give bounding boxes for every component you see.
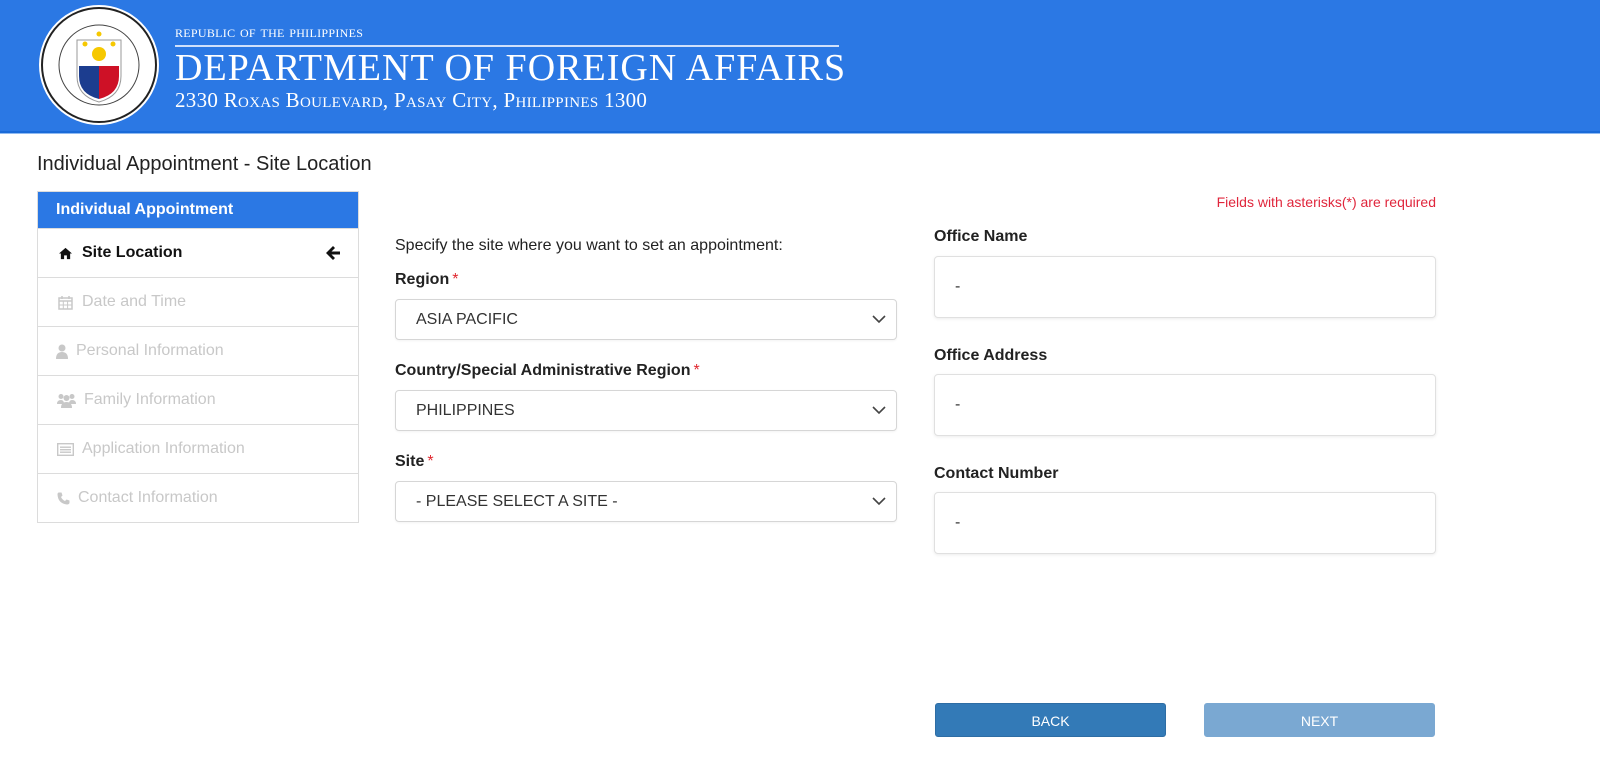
office-address-field: - bbox=[934, 374, 1436, 436]
sidebar-item-label: Contact Information bbox=[78, 489, 218, 506]
sidebar-item-family-information[interactable]: Family Information bbox=[38, 375, 358, 424]
country-select-value: PHILIPPINES bbox=[416, 402, 515, 419]
calendar-icon bbox=[56, 294, 74, 310]
office-address-label: Office Address bbox=[934, 347, 1048, 364]
sidebar-item-label: Personal Information bbox=[76, 342, 224, 359]
contact-number-label: Contact Number bbox=[934, 465, 1059, 482]
site-select-value: - PLEASE SELECT A SITE - bbox=[416, 493, 618, 510]
region-label-text: Region bbox=[395, 271, 450, 288]
chevron-down-icon bbox=[872, 315, 886, 324]
country-select[interactable]: PHILIPPINES bbox=[395, 390, 897, 431]
region-select-value: ASIA PACIFIC bbox=[416, 311, 518, 328]
country-label-text: Country/Special Administrative Region bbox=[395, 362, 691, 379]
site-label-text: Site bbox=[395, 453, 425, 470]
office-name-label: Office Name bbox=[934, 228, 1028, 245]
site-select[interactable]: - PLEASE SELECT A SITE - bbox=[395, 481, 897, 522]
header-department: DEPARTMENT OF FOREIGN AFFAIRS bbox=[175, 47, 847, 89]
header-text: Republic of the Philippines DEPARTMENT O… bbox=[175, 22, 846, 112]
office-name-field: - bbox=[934, 256, 1436, 318]
required-asterisk: * bbox=[427, 453, 434, 470]
header-address: 2330 Roxas Boulevard, Pasay City, Philip… bbox=[175, 88, 648, 112]
back-button[interactable]: BACK bbox=[935, 703, 1166, 737]
region-select[interactable]: ASIA PACIFIC bbox=[395, 299, 897, 340]
phone-icon bbox=[56, 490, 70, 506]
user-icon bbox=[56, 343, 68, 359]
form-intro-text: Specify the site where you want to set a… bbox=[395, 237, 783, 254]
required-asterisk: * bbox=[693, 362, 700, 379]
arrow-left-icon bbox=[326, 246, 340, 260]
chevron-down-icon bbox=[872, 497, 886, 506]
header-republic: Republic of the Philippines bbox=[175, 22, 364, 41]
sidebar-item-label: Application Information bbox=[82, 440, 245, 457]
home-icon bbox=[56, 245, 74, 261]
page-title: Individual Appointment - Site Location bbox=[37, 153, 372, 175]
site-header: Republic of the Philippines DEPARTMENT O… bbox=[0, 0, 1600, 134]
sidebar-item-site-location[interactable]: Site Location bbox=[38, 228, 358, 277]
sidebar-item-label: Date and Time bbox=[82, 293, 187, 310]
sidebar-item-personal-information[interactable]: Personal Information bbox=[38, 326, 358, 375]
list-alt-icon bbox=[56, 441, 74, 457]
required-fields-note: Fields with asterisks(*) are required bbox=[1216, 194, 1436, 210]
sidebar-item-label: Family Information bbox=[84, 391, 216, 408]
dfa-seal-logo bbox=[39, 5, 159, 125]
country-label: Country/Special Administrative Region * bbox=[395, 362, 700, 380]
users-icon bbox=[56, 392, 76, 408]
sidebar-steps: Individual Appointment Site Location Dat… bbox=[37, 191, 359, 523]
sidebar-heading: Individual Appointment bbox=[38, 192, 358, 228]
sidebar-item-application-information[interactable]: Application Information bbox=[38, 424, 358, 473]
region-label: Region * bbox=[395, 271, 458, 289]
sidebar-item-label: Site Location bbox=[82, 244, 183, 261]
site-label: Site * bbox=[395, 453, 434, 471]
sidebar-item-contact-information[interactable]: Contact Information bbox=[38, 473, 358, 522]
required-asterisk: * bbox=[452, 271, 459, 288]
contact-number-field: - bbox=[934, 492, 1436, 554]
sidebar-item-date-and-time[interactable]: Date and Time bbox=[38, 277, 358, 326]
chevron-down-icon bbox=[872, 406, 886, 415]
next-button[interactable]: NEXT bbox=[1204, 703, 1435, 737]
